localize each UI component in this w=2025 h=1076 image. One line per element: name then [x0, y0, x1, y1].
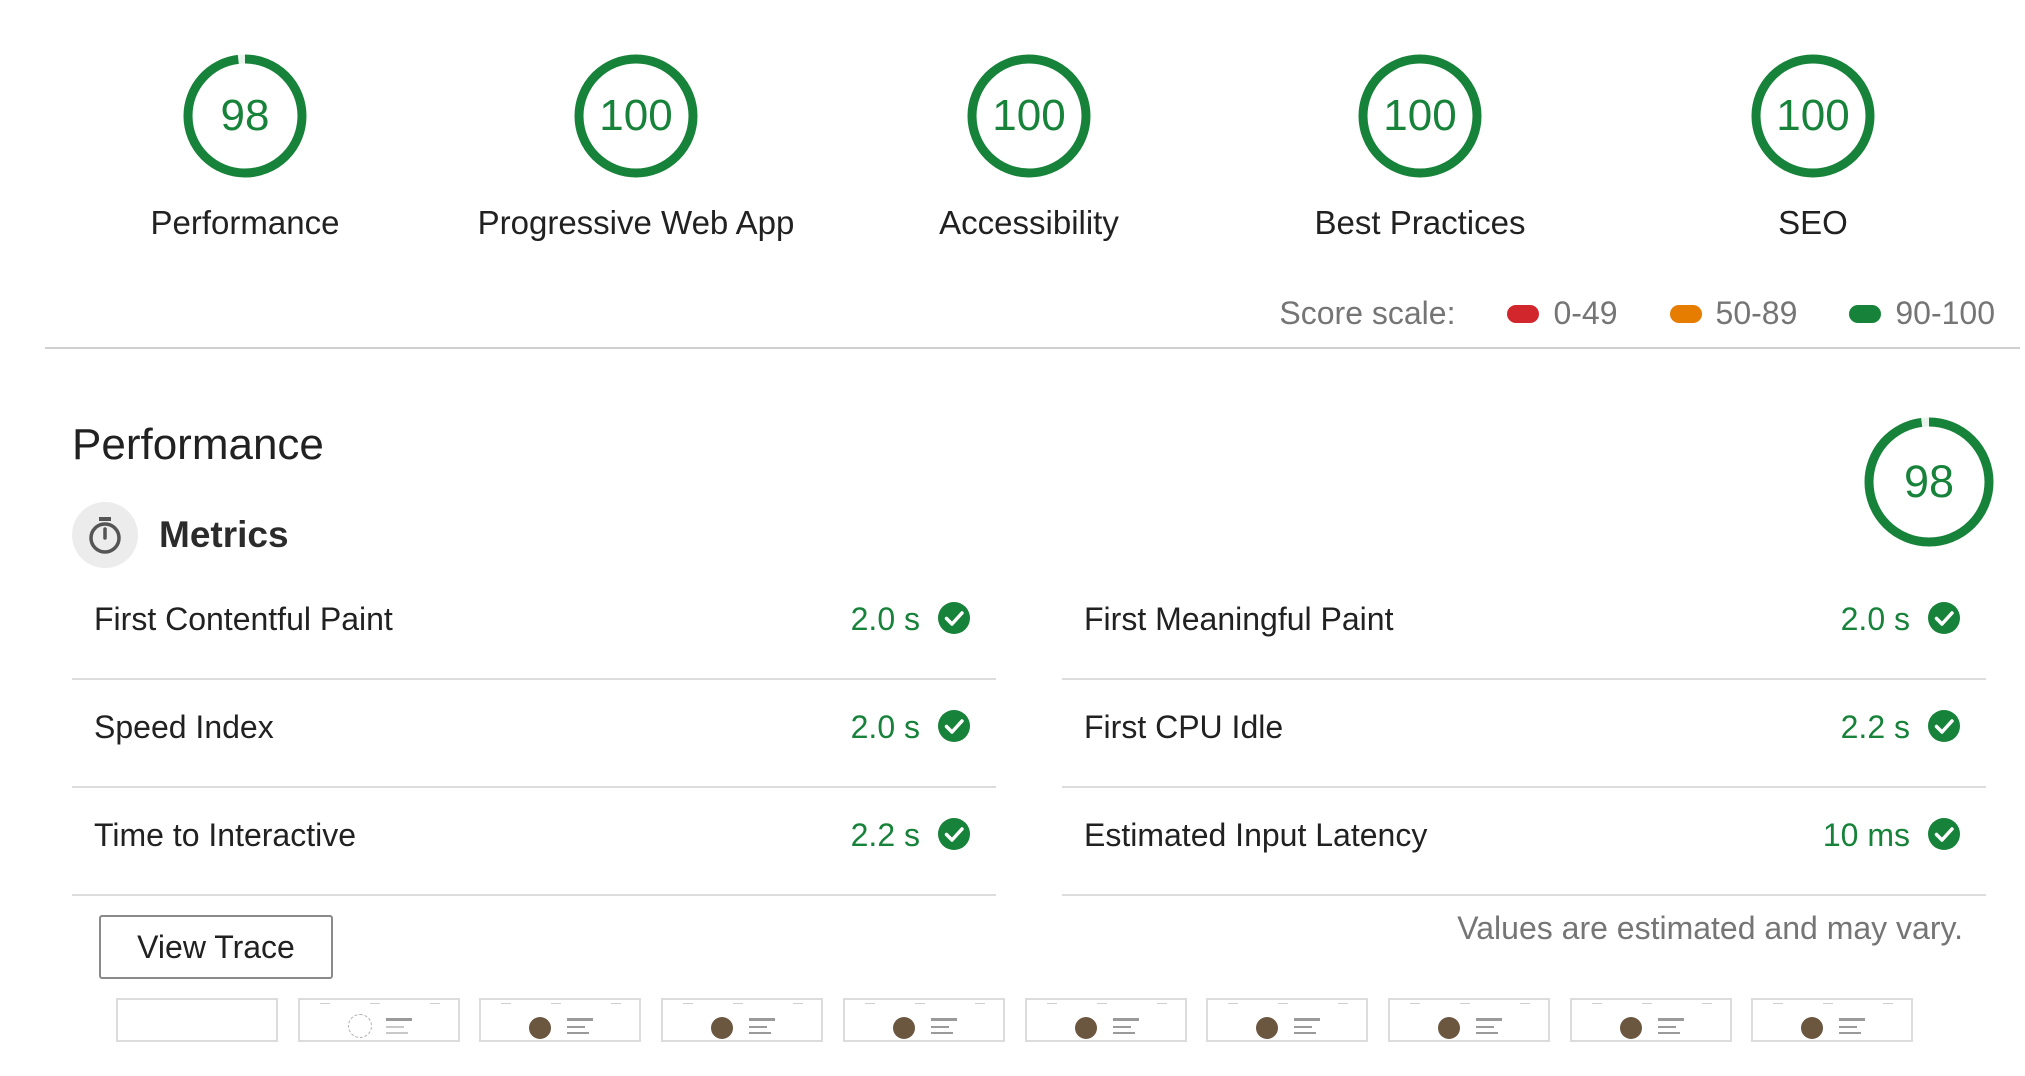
performance-score: 98 — [1903, 456, 1955, 507]
check-icon — [1928, 602, 1960, 634]
check-icon — [938, 710, 970, 742]
filmstrip-frame — [1388, 998, 1550, 1042]
metric-value: 2.2 s — [1840, 709, 1910, 745]
filmstrip-frame — [298, 998, 460, 1042]
scale-average-swatch — [1669, 304, 1702, 323]
gauge-label: Accessibility — [939, 204, 1119, 241]
performance-title: Performance — [72, 420, 324, 469]
stopwatch-icon — [72, 502, 138, 568]
gauge-score: 100 — [1383, 91, 1457, 140]
metric-first-meaningful-paint[interactable]: First Meaningful Paint 2.0 s — [1062, 572, 1986, 680]
gauge-accessibility[interactable]: 100 Accessibility — [819, 50, 1239, 242]
metric-name: Time to Interactive — [94, 817, 357, 853]
check-icon — [938, 602, 970, 634]
gauge-label: SEO — [1778, 204, 1848, 241]
scale-fail-label: 0-49 — [1553, 295, 1618, 331]
section-divider — [45, 347, 2020, 349]
filmstrip-frame — [1025, 998, 1187, 1042]
gauge-best-practices[interactable]: 100 Best Practices — [1210, 50, 1630, 242]
metric-value: 2.0 s — [850, 709, 920, 745]
metric-name: Speed Index — [94, 709, 274, 745]
check-icon — [1928, 818, 1960, 850]
metric-value: 2.0 s — [1840, 601, 1910, 637]
metrics-column-left: First Contentful Paint 2.0 s Speed Index… — [72, 572, 996, 896]
filmstrip-frame — [661, 998, 823, 1042]
metrics-title: Metrics — [159, 514, 289, 555]
gauge-seo[interactable]: 100 SEO — [1603, 50, 2023, 242]
gauge-label: Best Practices — [1314, 204, 1526, 241]
metrics-column-right: First Meaningful Paint 2.0 s First CPU I… — [1062, 572, 1986, 896]
check-icon — [1928, 710, 1960, 742]
scale-pass-label: 90-100 — [1895, 295, 1995, 331]
gauge-pwa[interactable]: 100 Progressive Web App — [426, 50, 846, 242]
metric-first-cpu-idle[interactable]: First CPU Idle 2.2 s — [1062, 680, 1986, 788]
filmstrip-frame — [479, 998, 641, 1042]
score-scale: Score scale: 0-49 50-89 90-100 — [1279, 295, 1995, 332]
gauge-score: 100 — [992, 91, 1066, 140]
gauge-ring: 100 — [570, 50, 702, 182]
metric-name: Estimated Input Latency — [1084, 817, 1428, 853]
filmstrip — [116, 998, 1936, 1046]
scale-pass-swatch — [1849, 304, 1882, 323]
gauge-score: 100 — [599, 91, 673, 140]
metrics-header: Metrics — [72, 502, 289, 568]
metric-value: 2.2 s — [850, 817, 920, 853]
metric-value: 10 ms — [1822, 817, 1910, 853]
gauge-ring: 100 — [963, 50, 1095, 182]
gauge-ring: 100 — [1354, 50, 1486, 182]
estimate-note: Values are estimated and may vary. — [1457, 910, 1963, 946]
gauge-label: Progressive Web App — [477, 204, 795, 241]
metric-estimated-input-latency[interactable]: Estimated Input Latency 10 ms — [1062, 788, 1986, 896]
check-icon — [938, 818, 970, 850]
metric-name: First CPU Idle — [1084, 709, 1284, 745]
score-scale-label: Score scale: — [1279, 295, 1456, 331]
metric-name: First Meaningful Paint — [1084, 601, 1394, 637]
gauge-score: 100 — [1776, 91, 1850, 140]
gauge-score: 98 — [220, 91, 270, 140]
gauge-ring: 98 — [179, 50, 311, 182]
filmstrip-frame — [1570, 998, 1732, 1042]
metric-first-contentful-paint[interactable]: First Contentful Paint 2.0 s — [72, 572, 996, 680]
view-trace-button[interactable]: View Trace — [99, 915, 333, 979]
metric-time-to-interactive[interactable]: Time to Interactive 2.2 s — [72, 788, 996, 896]
metric-speed-index[interactable]: Speed Index 2.0 s — [72, 680, 996, 788]
category-gauges: 98 Performance 100 Progressive Web App 1… — [0, 0, 2025, 270]
gauge-label: Performance — [150, 204, 340, 241]
filmstrip-frame — [1751, 998, 1913, 1042]
filmstrip-frame — [1206, 998, 1368, 1042]
gauge-performance[interactable]: 98 Performance — [35, 50, 455, 242]
metric-value: 2.0 s — [850, 601, 920, 637]
performance-gauge: 98 — [1862, 415, 1996, 549]
scale-average-label: 50-89 — [1715, 295, 1798, 331]
filmstrip-frame — [116, 998, 278, 1042]
gauge-ring: 100 — [1747, 50, 1879, 182]
scale-fail-swatch — [1507, 304, 1540, 323]
filmstrip-frame — [843, 998, 1005, 1042]
metric-name: First Contentful Paint — [94, 601, 393, 637]
